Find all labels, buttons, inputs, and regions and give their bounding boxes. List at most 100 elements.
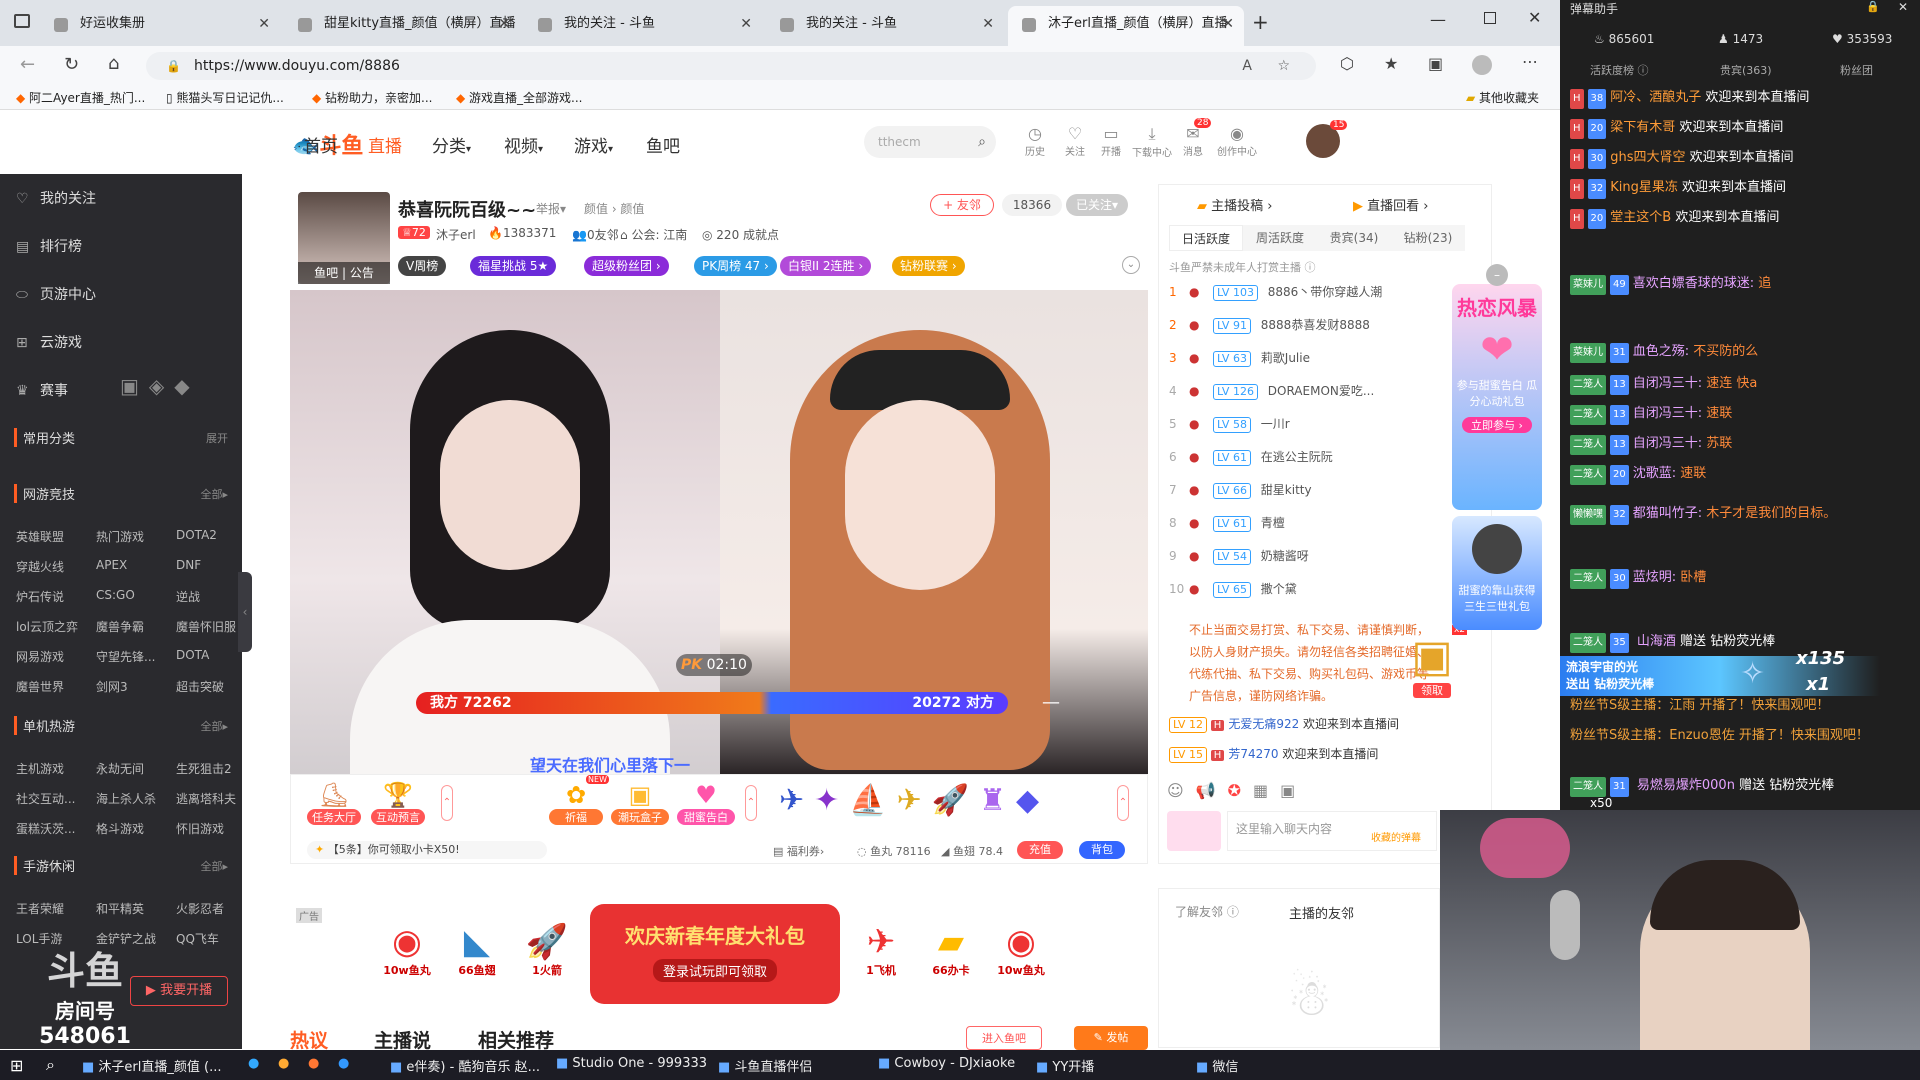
- tab-close-icon[interactable]: ✕: [740, 6, 752, 42]
- tab-anchor-talk[interactable]: 主播说: [374, 1026, 431, 1053]
- danmaku-username[interactable]: 堂主这个B: [1610, 210, 1671, 225]
- rank-row[interactable]: 2 ● LV 91 8888恭喜发财8888: [1169, 312, 1469, 338]
- report-link[interactable]: 举报▾: [536, 200, 566, 217]
- replay-link[interactable]: ▶ 直播回看 ›: [1353, 195, 1428, 214]
- download-center-button[interactable]: ⤓ 下载中心: [1128, 124, 1176, 159]
- minimize-icon[interactable]: —: [1430, 10, 1446, 29]
- sidebar-category-item[interactable]: DNF: [176, 558, 201, 572]
- streamer-avatar[interactable]: 鱼吧 | 公告: [298, 192, 390, 284]
- danmaku-username[interactable]: 自闭冯三十:: [1633, 436, 1702, 451]
- section-all-link[interactable]: 全部▸: [200, 486, 228, 502]
- browser-tab[interactable]: 好运收集册 ✕: [40, 6, 280, 46]
- extensions-icon[interactable]: ⬡: [1340, 54, 1354, 73]
- browser-tab[interactable]: 我的关注 - 斗鱼 ✕: [766, 6, 1004, 46]
- danmaku-username[interactable]: 沈歌蓝:: [1633, 466, 1676, 481]
- tab-fan-club[interactable]: 粉丝团: [1840, 62, 1873, 78]
- card-tip[interactable]: ✦ 【5条】你可领取小卡X50!: [307, 841, 547, 859]
- history-button[interactable]: ◷ 历史: [1020, 124, 1050, 158]
- danmaku-username[interactable]: ghs四大肾空: [1610, 150, 1685, 165]
- other-bookmarks[interactable]: ▰ 其他收藏夹: [1466, 89, 1539, 106]
- tab-daily[interactable]: 日活跃度: [1169, 225, 1243, 251]
- lock-icon[interactable]: 🔒: [1866, 0, 1880, 13]
- sweet-confess-button[interactable]: ♥ 甜蜜告白: [677, 781, 735, 825]
- rank-row[interactable]: 6 ● LV 61 在逃公主阮阮: [1169, 444, 1469, 470]
- read-aloud-icon[interactable]: A: [1242, 52, 1252, 80]
- sidebar-category-item[interactable]: DOTA: [176, 648, 209, 662]
- enter-yuba-button[interactable]: 进入鱼吧: [966, 1026, 1042, 1050]
- sidebar-item-follow[interactable]: ♡ 我的关注: [16, 188, 96, 208]
- tag-yuba[interactable]: 鱼吧: [314, 266, 338, 280]
- expand-header-icon[interactable]: ⌄: [1122, 256, 1140, 274]
- danmaku-username[interactable]: 阿冷、酒酿丸子: [1610, 90, 1701, 105]
- sweet-patron-promo[interactable]: 甜蜜的靠山获得 三生三世礼包: [1452, 516, 1542, 630]
- taskbar-app[interactable]: ■ 微信: [1196, 1056, 1238, 1075]
- sidebar-category-item[interactable]: 守望先锋...: [96, 648, 155, 665]
- horn-icon[interactable]: 📢: [1196, 781, 1228, 800]
- browser-tab[interactable]: 我的关注 - 斗鱼 ✕: [524, 6, 762, 46]
- search-box[interactable]: tthecm ⌕: [864, 126, 996, 158]
- sidebar-category-item[interactable]: APEX: [96, 558, 127, 572]
- rank-row[interactable]: 5 ● LV 58 一川r: [1169, 411, 1469, 437]
- pill-diamond-league[interactable]: 钻粉联赛 ›: [892, 256, 965, 276]
- search-icon[interactable]: ⌕: [978, 126, 986, 158]
- taskbar-app[interactable]: ■ 斗鱼直播伴侣: [718, 1056, 812, 1075]
- nav-game[interactable]: 游戏▾: [574, 132, 613, 157]
- sidebar-collapse-handle[interactable]: ‹: [238, 572, 252, 652]
- taskbar-app[interactable]: ■ YY开播: [1036, 1056, 1094, 1075]
- windows-start-icon[interactable]: ⊞: [10, 1056, 23, 1075]
- browser-tab-active[interactable]: 沐子erl直播_颜值（横屏）直播 ✕: [1008, 6, 1244, 46]
- creator-center-button[interactable]: ◉ 创作中心: [1212, 124, 1262, 158]
- sidebar-item-rank[interactable]: ▤ 排行榜: [16, 236, 82, 256]
- sidebar-category-item[interactable]: 穿越火线: [16, 558, 64, 575]
- gift-icon[interactable]: ▦: [1253, 781, 1280, 800]
- ad-banner[interactable]: 广告 ◉ 10w鱼丸 ◣ 66鱼翅 🚀 1火箭 欢庆新春年度大礼包 登录试玩即可领取 …: [290, 896, 1148, 1016]
- tab-activity[interactable]: 活跃度榜 ⓘ: [1590, 62, 1649, 78]
- open-stream-button[interactable]: ▶ 我要开播: [130, 976, 228, 1006]
- barrage-icon[interactable]: ▣: [1280, 781, 1307, 800]
- rank-row[interactable]: 7 ● LV 66 甜星kitty: [1169, 477, 1469, 503]
- backpack-button[interactable]: 背包: [1079, 841, 1125, 859]
- taskbar-search-icon[interactable]: ⌕: [46, 1055, 55, 1075]
- more-icon[interactable]: ⋯: [1522, 52, 1538, 71]
- love-storm-promo[interactable]: 热恋风暴 ❤ 参与甜蜜告白 瓜分心动礼包 立即参与 ›: [1452, 284, 1542, 510]
- tab-close-icon[interactable]: ✕: [498, 6, 510, 42]
- sidebar-category-item[interactable]: 网易游戏: [16, 648, 64, 665]
- sidebar-category-item[interactable]: 英雄联盟: [16, 528, 64, 545]
- rank-row[interactable]: 9 ● LV 54 奶糖酱呀: [1169, 543, 1469, 569]
- pill-super-fans[interactable]: 超级粉丝团 ›: [584, 256, 669, 276]
- section-all-link[interactable]: 全部▸: [200, 858, 228, 874]
- tab-vip[interactable]: 贵宾(34): [1317, 225, 1391, 251]
- sidebar-item-webgame[interactable]: ⬭ 页游中心: [16, 284, 96, 304]
- new-tab-icon[interactable]: +: [1252, 10, 1269, 34]
- sidebar-category-item[interactable]: 生死狙击2: [176, 760, 232, 777]
- sidebar-category-item[interactable]: QQ飞车: [176, 930, 219, 947]
- url-input[interactable]: 🔒 https://www.douyu.com/8886 A ☆: [146, 52, 1316, 80]
- nav-live[interactable]: 直播: [368, 132, 402, 157]
- pill-lucky-star[interactable]: 福星挑战 5★: [470, 256, 557, 276]
- taskbar-app[interactable]: ■ 沐子erl直播_颜值 (...: [82, 1056, 221, 1075]
- nav-home[interactable]: 首页: [304, 132, 338, 157]
- danmaku-username[interactable]: 蓝炫明:: [1633, 570, 1676, 585]
- sidebar-category-item[interactable]: 格斗游戏: [96, 820, 144, 837]
- favorites-icon[interactable]: ★: [1384, 54, 1398, 73]
- tag-notice[interactable]: 公告: [350, 266, 374, 280]
- danmaku-username[interactable]: 自闭冯三十:: [1633, 376, 1702, 391]
- rank-row[interactable]: 8 ● LV 61 青檀: [1169, 510, 1469, 536]
- rank-row[interactable]: 3 ● LV 63 莉歌Julie: [1169, 345, 1469, 371]
- rank-row[interactable]: 4 ● LV 126 DORAEMON爱吃...: [1169, 378, 1469, 404]
- sidebar-category-item[interactable]: 火影忍者: [176, 900, 224, 917]
- sidebar-category-item[interactable]: lol云顶之弈: [16, 618, 78, 635]
- saved-barrage-button[interactable]: 收藏的弹幕: [1371, 829, 1421, 844]
- danmaku-username[interactable]: 梁下有木哥: [1610, 120, 1675, 135]
- tab-weekly[interactable]: 周活跃度: [1243, 225, 1317, 251]
- browser-tab[interactable]: 甜星kitty直播_颜值（横屏）直播 ✕: [284, 6, 520, 46]
- sidebar-category-item[interactable]: 怀旧游戏: [176, 820, 224, 837]
- sidebar-category-item[interactable]: 剑网3: [96, 678, 128, 695]
- blind-box-button[interactable]: ▣ 潮玩盒子: [611, 781, 669, 825]
- tab-close-icon[interactable]: ✕: [1222, 6, 1234, 42]
- pk-collapse-icon[interactable]: —: [1042, 692, 1060, 713]
- expand-right-icon[interactable]: ⌃: [1117, 785, 1129, 821]
- nav-video[interactable]: 视频▾: [504, 132, 543, 157]
- guild-label[interactable]: ⌂ 公会: 江南: [620, 226, 687, 243]
- pray-button[interactable]: ✿ 祈福 NEW: [549, 775, 609, 825]
